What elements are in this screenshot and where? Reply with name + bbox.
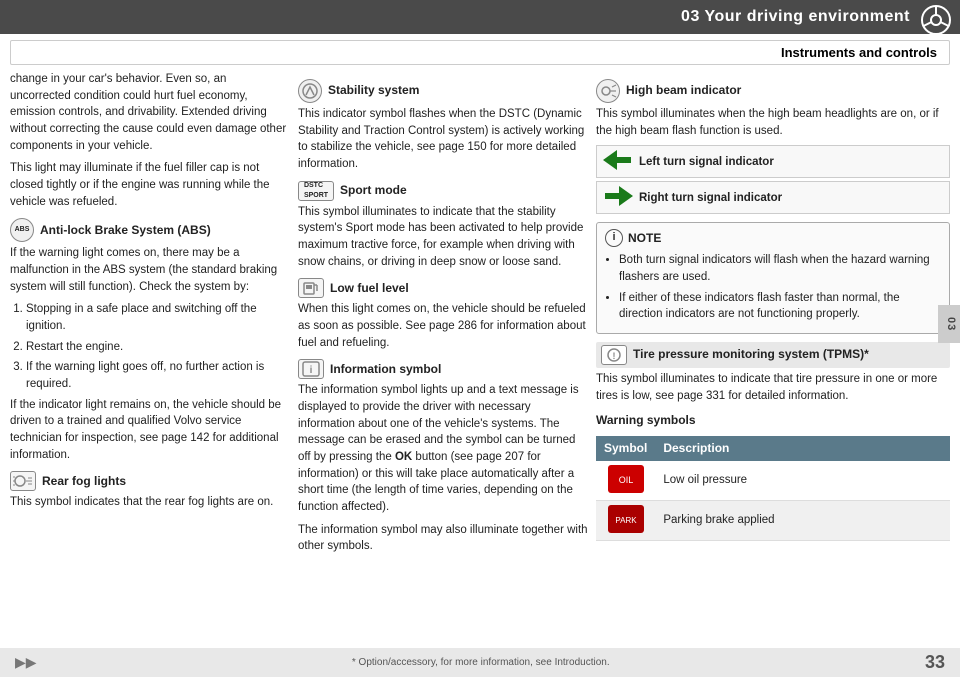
highbeam-title: High beam indicator <box>626 82 741 99</box>
right-turn-signal-row: Right turn signal indicator <box>596 181 950 214</box>
warning-symbols-section: Warning symbols Symbol Description <box>596 412 950 540</box>
info-text-3: The information symbol may also illumina… <box>298 522 588 555</box>
highbeam-text: This symbol illuminates when the high be… <box>596 106 950 139</box>
abs-section: ABS Anti-lock Brake System (ABS) If the … <box>10 218 290 463</box>
page-header: 03 Your driving environment <box>0 0 960 34</box>
tpms-section: ! Tire pressure monitoring system (TPMS)… <box>596 342 950 404</box>
highbeam-section: High beam indicator This symbol illumina… <box>596 79 950 139</box>
fuel-icon <box>298 278 324 298</box>
note-box: i NOTE Both turn signal indicators will … <box>596 222 950 334</box>
note-list: Both turn signal indicators will flash w… <box>619 252 941 323</box>
rear-fog-section: Rear fog lights This symbol indicates th… <box>10 471 290 511</box>
intro-text-1: change in your car's behavior. Even so, … <box>10 71 290 154</box>
sport-icon: DSTCSPORT <box>298 181 334 201</box>
right-turn-arrow-icon <box>603 186 633 209</box>
table-row: OIL Low oil pressure <box>596 461 950 500</box>
rear-fog-text: This symbol indicates that the rear fog … <box>10 494 290 511</box>
low-fuel-section: Low fuel level When this light comes on,… <box>298 278 588 351</box>
warning-symbols-header: Warning symbols <box>596 412 950 429</box>
symbol-col-header: Symbol <box>596 436 655 461</box>
highbeam-icon <box>596 79 620 103</box>
stability-title: Stability system <box>328 82 419 99</box>
sport-text: This symbol illuminates to indicate that… <box>298 204 588 271</box>
note-title: NOTE <box>628 230 661 247</box>
info-title: Information symbol <box>330 361 441 378</box>
parking-brake-icon: PARK <box>608 505 644 533</box>
abs-text-2: If the indicator light remains on, the v… <box>10 397 290 464</box>
svg-text:OIL: OIL <box>618 475 633 485</box>
stability-section: Stability system This indicator symbol f… <box>298 79 588 173</box>
page-number: 33 <box>925 652 945 673</box>
tpms-title: Tire pressure monitoring system (TPMS)* <box>633 346 869 363</box>
section-title-bar: Instruments and controls <box>10 40 950 65</box>
mid-column: Stability system This indicator symbol f… <box>298 71 588 663</box>
park-symbol-cell: PARK <box>596 500 655 540</box>
svg-text:i: i <box>310 365 313 376</box>
abs-text-1: If the warning light comes on, there may… <box>10 245 290 295</box>
oil-pressure-desc: Low oil pressure <box>655 461 950 500</box>
left-column: change in your car's behavior. Even so, … <box>10 71 290 663</box>
svg-text:PARK: PARK <box>615 516 637 525</box>
note-icon: i <box>605 229 623 247</box>
abs-icon: ABS <box>10 218 34 242</box>
right-column: High beam indicator This symbol illumina… <box>596 71 950 663</box>
sport-title: Sport mode <box>340 182 407 199</box>
left-turn-signal-row: Left turn signal indicator <box>596 145 950 178</box>
header-title: 03 Your driving environment <box>681 8 910 25</box>
footer-note: * Option/accessory, for more information… <box>352 657 610 668</box>
oil-symbol-cell: OIL <box>596 461 655 500</box>
parking-brake-desc: Parking brake applied <box>655 500 950 540</box>
description-col-header: Description <box>655 436 950 461</box>
info-symbol-icon: i <box>298 359 324 379</box>
rear-fog-icon <box>10 471 36 491</box>
abs-step-2: Restart the engine. <box>26 339 290 356</box>
right-turn-signal-label: Right turn signal indicator <box>639 190 782 207</box>
info-section: i Information symbol The information sym… <box>298 359 588 555</box>
steering-wheel-icon <box>920 4 952 36</box>
abs-steps-list: Stopping in a safe place and switching o… <box>26 301 290 392</box>
note-bullet-1: Both turn signal indicators will flash w… <box>619 252 941 285</box>
page-footer: ▶▶ * Option/accessory, for more informat… <box>0 648 960 677</box>
tpms-icon: ! <box>601 345 627 365</box>
ok-button-label: OK <box>395 451 412 463</box>
rear-fog-title: Rear fog lights <box>42 473 126 490</box>
left-turn-signal-label: Left turn signal indicator <box>639 154 774 171</box>
svg-text:!: ! <box>613 351 616 361</box>
left-turn-arrow-icon <box>603 150 633 173</box>
abs-step-3: If the warning light goes off, no furthe… <box>26 359 290 392</box>
intro-text-2: This light may illuminate if the fuel fi… <box>10 160 290 210</box>
sport-section: DSTCSPORT Sport mode This symbol illumin… <box>298 181 588 271</box>
low-fuel-text: When this light comes on, the vehicle sh… <box>298 301 588 351</box>
info-text: The information symbol lights up and a t… <box>298 382 588 515</box>
section-title: Instruments and controls <box>781 45 937 60</box>
stability-text: This indicator symbol flashes when the D… <box>298 106 588 173</box>
note-bullet-2: If either of these indicators flash fast… <box>619 290 941 323</box>
low-fuel-title: Low fuel level <box>330 280 409 297</box>
table-row: PARK Parking brake applied <box>596 500 950 540</box>
tpms-text: This symbol illuminates to indicate that… <box>596 371 950 404</box>
abs-step-1: Stopping in a safe place and switching o… <box>26 301 290 334</box>
stability-icon <box>298 79 322 103</box>
warning-symbols-table: Symbol Description OIL <box>596 436 950 541</box>
page-tab: 03 <box>938 305 960 343</box>
abs-title: Anti-lock Brake System (ABS) <box>40 222 211 239</box>
oil-pressure-icon: OIL <box>608 465 644 493</box>
footer-arrows: ▶▶ <box>15 654 37 671</box>
